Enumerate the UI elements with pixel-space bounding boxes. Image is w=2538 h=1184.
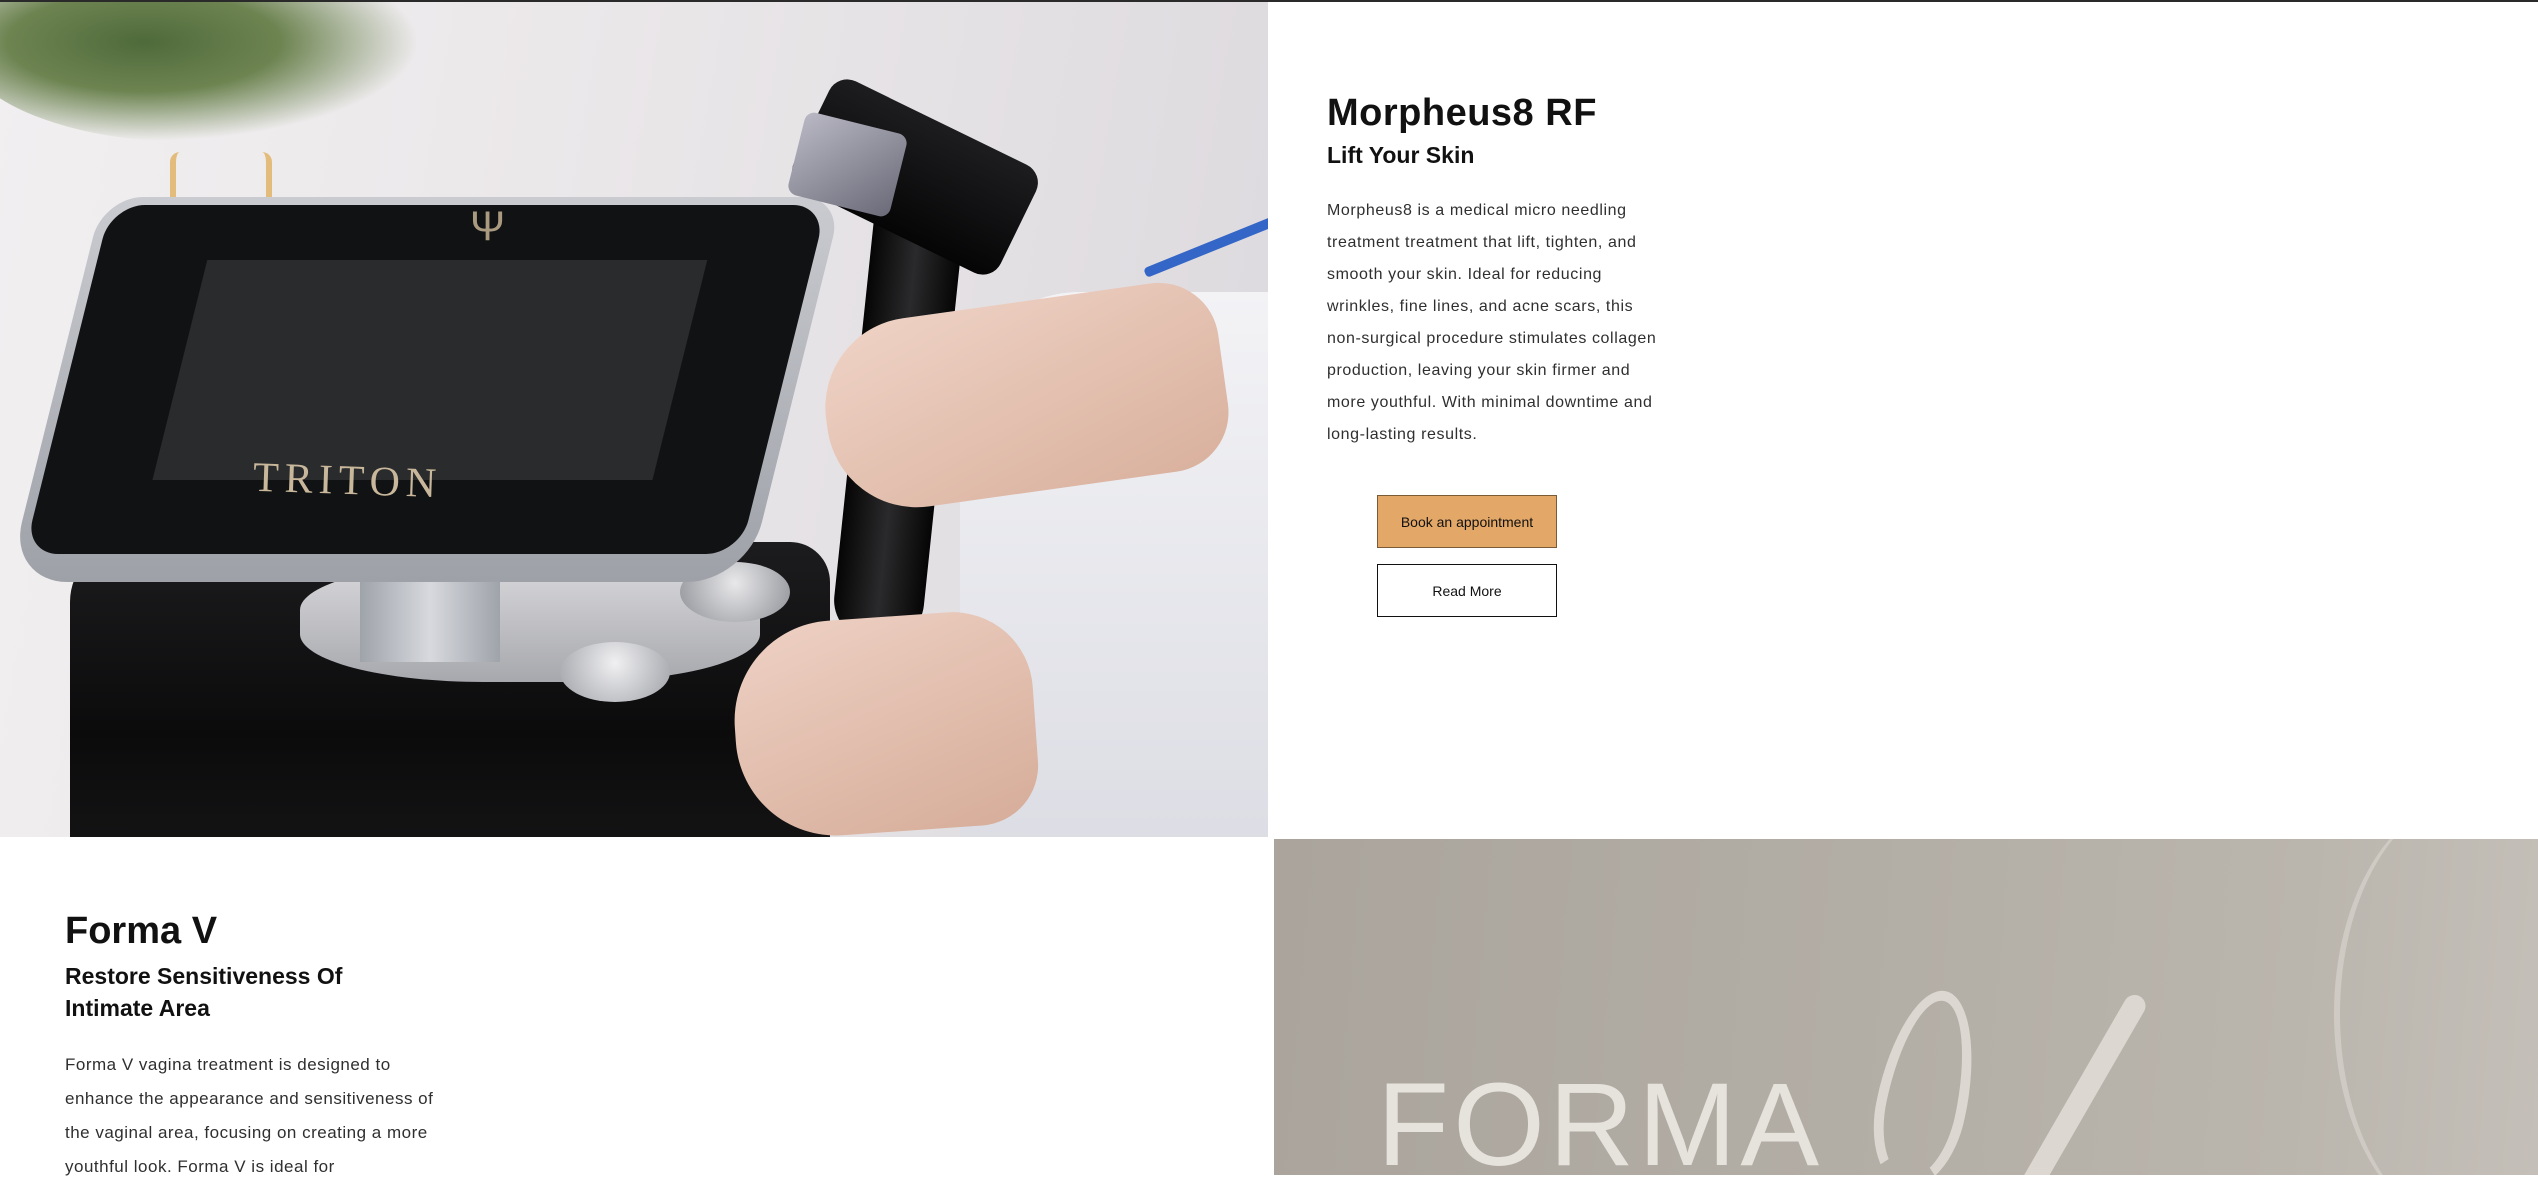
read-more-button[interactable]: Read More [1377,564,1557,617]
trident-logo-icon: Ψ [470,202,506,249]
morpheus8-product-image: Ψ TRITON [0,2,1268,837]
plant-decoration [0,2,420,142]
forma-v-subtitle: Restore Sensitiveness Of Intimate Area [65,963,343,1021]
forma-v-title: Forma V [65,910,218,952]
morpheus8-subtitle: Lift Your Skin [1327,142,1475,168]
monitor-screen [152,260,708,480]
book-appointment-button[interactable]: Book an appointment [1377,495,1557,548]
morpheus8-description: Morpheus8 is a medical micro needling tr… [1327,202,1657,443]
device-monitor [7,197,843,582]
background-curve [2334,839,2538,1175]
forma-logo-swoosh-icon [2000,990,2150,1175]
forma-v-description: Forma V vagina treatment is designed to … [65,1055,434,1176]
morpheus8-title: Morpheus8 RF [1327,92,1597,134]
forma-logo-loop-icon [1860,981,1990,1175]
device-brand-label: TRITON [252,454,443,508]
forma-v-product-image: FORMA [1274,839,2538,1175]
background-object [1143,216,1268,278]
hand-lower [727,606,1043,837]
device-knob [560,642,670,702]
forma-logo-text: FORMA [1377,1059,1824,1175]
